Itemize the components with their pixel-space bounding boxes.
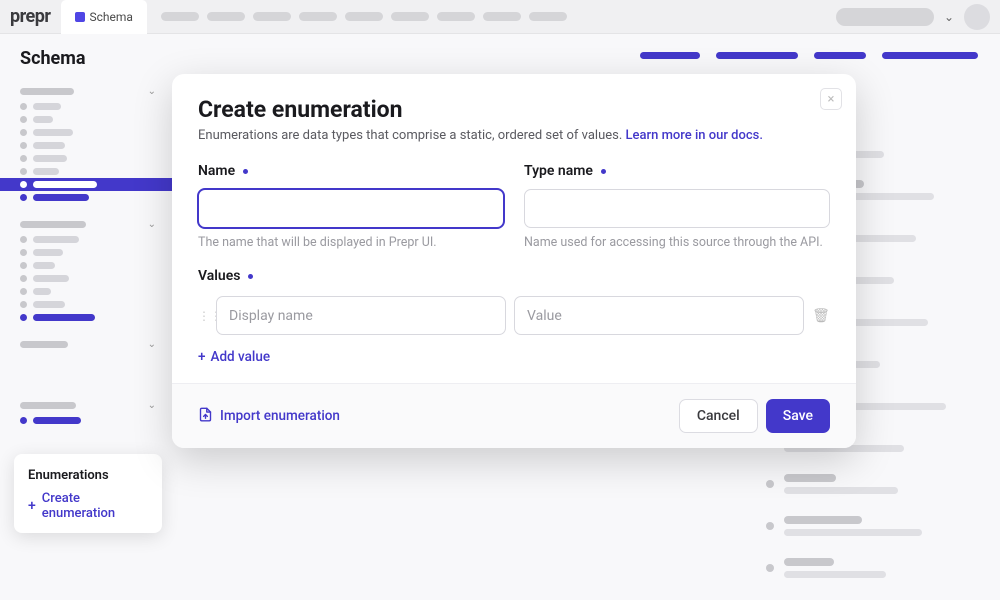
sidebar-item[interactable] [0,259,176,272]
type-name-input[interactable] [524,189,830,228]
enumerations-popover: Enumerations + Create enumeration [14,454,162,533]
plus-icon: + [198,349,206,365]
top-nav: prepr Schema ⌄ [0,0,1000,34]
tab-placeholder[interactable] [716,52,798,59]
sidebar-item[interactable] [0,311,176,324]
sidebar-item[interactable] [0,191,176,204]
nav-right: ⌄ [836,4,990,30]
type-name-label: Type name [524,163,830,179]
name-label: Name [198,163,504,179]
import-enumeration-button[interactable]: Import enumeration [198,407,340,426]
import-icon [198,407,213,426]
dialog-title: Create enumeration [198,96,830,123]
sidebar-item[interactable] [0,165,176,178]
plus-icon: + [28,499,36,513]
nav-tabs-placeholder [161,12,567,21]
nav-tab-schema[interactable]: Schema [61,0,147,34]
create-enumeration-dialog: × Create enumeration Enumerations are da… [172,74,856,448]
save-button[interactable]: Save [766,399,830,433]
nav-tab-label: Schema [90,10,133,24]
list-item[interactable] [766,474,978,494]
avatar[interactable] [964,4,990,30]
tab-placeholder[interactable] [640,52,700,59]
required-indicator-icon [243,169,248,174]
sidebar-item[interactable] [0,272,176,285]
trash-icon: 🗑 [812,308,830,324]
list-item[interactable] [766,516,978,536]
cancel-button[interactable]: Cancel [679,399,758,433]
sidebar-item[interactable] [0,246,176,259]
sidebar-item[interactable] [0,139,176,152]
values-label: Values [198,268,830,284]
dialog-description: Enumerations are data types that compris… [198,127,830,145]
sidebar-item[interactable] [0,126,176,139]
schema-icon [75,12,85,22]
sidebar-item[interactable] [0,113,176,126]
value-row: ⋮⋮ 🗑 [198,296,830,335]
chevron-down-icon: ⌄ [944,10,954,24]
required-indicator-icon [248,274,253,279]
sidebar-item[interactable] [0,414,176,427]
value-input[interactable] [514,296,804,335]
drag-handle-icon[interactable]: ⋮⋮ [198,309,208,323]
workspace-select[interactable] [836,8,934,26]
sidebar-group-header[interactable]: ⌄ [0,216,176,233]
learn-more-link[interactable]: Learn more in our docs. [626,128,763,143]
sidebar-group-header[interactable]: ⌄ [0,336,176,353]
main-tabs [198,52,978,59]
list-item[interactable] [766,558,978,578]
sidebar-item-active[interactable] [0,178,176,191]
sidebar-item[interactable] [0,152,176,165]
display-name-input[interactable] [216,296,506,335]
brand-logo: prepr [10,6,51,27]
sidebar-item[interactable] [0,285,176,298]
popover-title: Enumerations [28,468,148,483]
type-name-hint: Name used for accessing this source thro… [524,235,830,250]
delete-value-button[interactable]: 🗑 [812,308,830,324]
create-enumeration-button[interactable]: + Create enumeration [28,491,148,521]
tab-placeholder[interactable] [882,52,978,59]
sidebar-item[interactable] [0,298,176,311]
tab-placeholder[interactable] [814,52,866,59]
name-hint: The name that will be displayed in Prepr… [198,235,504,250]
name-input[interactable] [198,189,504,228]
close-button[interactable]: × [820,88,842,110]
required-indicator-icon [601,169,606,174]
close-icon: × [828,92,835,107]
popover-action-label: Create enumeration [42,491,148,521]
sidebar-group-header[interactable]: ⌄ [0,397,176,414]
sidebar-group-header[interactable]: ⌄ [0,83,176,100]
add-value-button[interactable]: + Add value [198,349,830,365]
sidebar-title: Schema [0,48,176,83]
sidebar-item[interactable] [0,233,176,246]
sidebar: Schema ⌄ ⌄ ⌄ ⌄ [0,34,176,571]
dialog-footer: Import enumeration Cancel Save [172,383,856,448]
sidebar-item[interactable] [0,100,176,113]
